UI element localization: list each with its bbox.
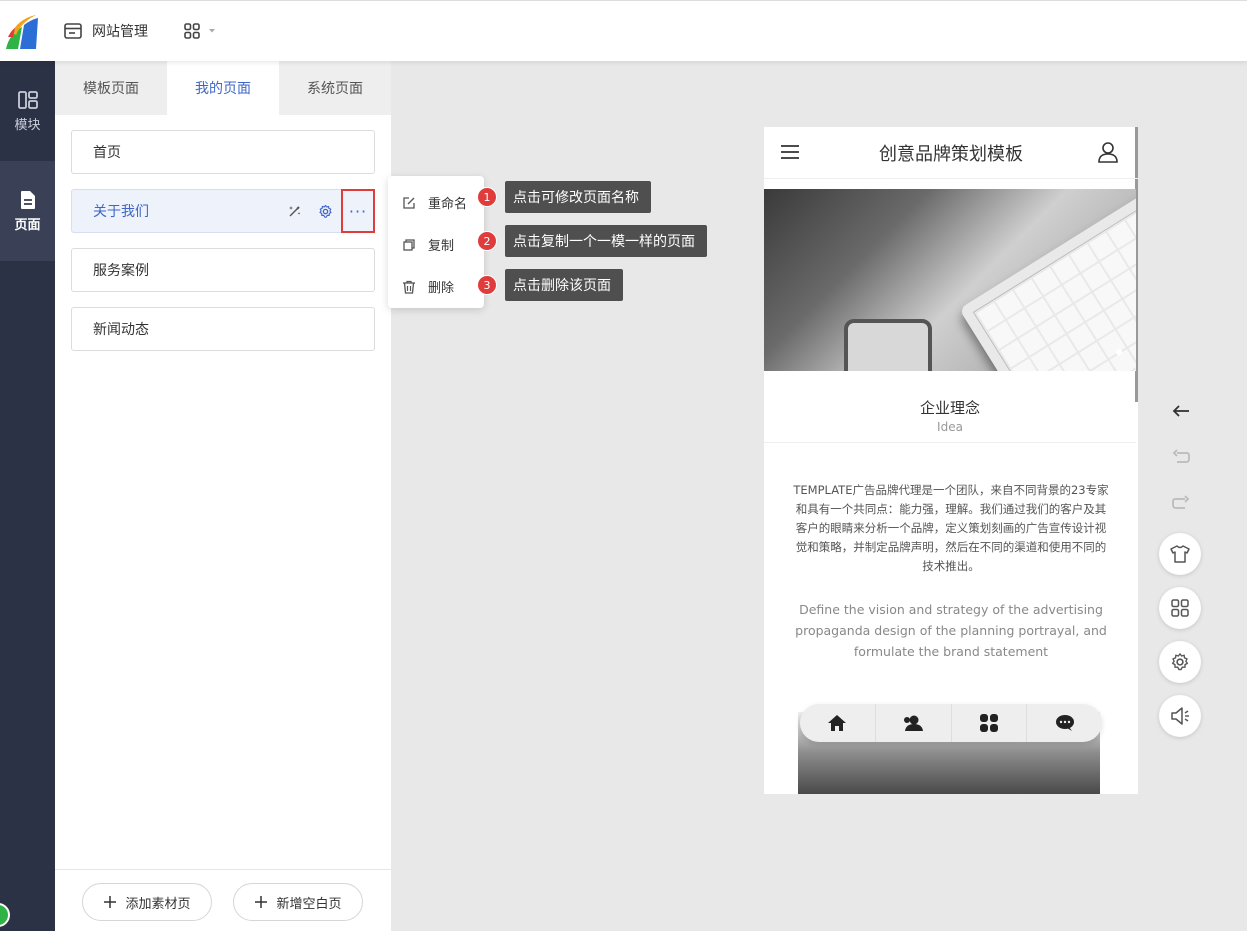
intro-text-en: Define the vision and strategy of the ad… xyxy=(795,602,1107,659)
more-options-button[interactable]: ··· xyxy=(341,189,375,233)
tip-number: 2 xyxy=(477,231,497,251)
rail-item-page[interactable]: 页面 xyxy=(0,161,55,261)
tip-rename: 1 点击可修改页面名称 xyxy=(477,181,651,213)
status-badge[interactable] xyxy=(0,903,10,927)
trash-icon xyxy=(403,280,415,294)
collapse-button[interactable] xyxy=(1170,400,1192,422)
idea-title: 企业理念 xyxy=(919,399,980,417)
phone-header: 创意品牌策划模板 xyxy=(764,127,1138,179)
phone-title: 创意品牌策划模板 xyxy=(879,143,1023,165)
page-item-label: 首页 xyxy=(93,145,121,161)
phone-image xyxy=(844,319,932,371)
page-panel: 模板页面 我的页面 系统页面 首页 关于我们 ··· 服务案例 新闻动态 添加素… xyxy=(55,61,391,931)
page-tabs: 模板页面 我的页面 系统页面 xyxy=(55,61,391,115)
phone-bottom-nav xyxy=(800,704,1102,742)
banner-image xyxy=(764,189,1136,371)
arrow-left-icon xyxy=(1172,405,1189,417)
tip-text: 点击复制一个一模一样的页面 xyxy=(505,225,707,257)
plus-icon xyxy=(255,896,268,908)
shirt-icon xyxy=(1170,545,1190,563)
panel-footer: 添加素材页 新增空白页 xyxy=(55,869,391,931)
gear-icon xyxy=(318,204,332,218)
idea-subtitle: Idea xyxy=(937,420,963,434)
page-item-about[interactable]: 关于我们 ··· xyxy=(71,189,375,233)
chat-icon xyxy=(1055,715,1074,731)
page-item-label: 关于我们 xyxy=(93,204,149,220)
keyboard-image xyxy=(959,189,1136,371)
menu-item-delete[interactable]: 删除 xyxy=(402,277,454,296)
page-item-home[interactable]: 首页 xyxy=(71,130,375,174)
carousel-dot[interactable] xyxy=(1116,349,1122,355)
tip-delete: 3 点击删除该页面 xyxy=(477,269,623,301)
copy-icon xyxy=(403,238,415,251)
announcement-button[interactable] xyxy=(1159,695,1201,737)
undo-icon xyxy=(1172,449,1190,463)
add-material-page-button[interactable]: 添加素材页 xyxy=(82,883,212,921)
rail-item-module[interactable]: 模块 xyxy=(0,61,55,161)
home-icon xyxy=(828,715,847,731)
rail-item-page-label: 页面 xyxy=(14,217,41,233)
edit-icon xyxy=(403,196,415,209)
page-icon xyxy=(20,190,35,209)
menu-item-copy-label: 复制 xyxy=(428,239,455,254)
browser-icon xyxy=(64,23,82,39)
menu-item-delete-label: 删除 xyxy=(428,281,455,296)
users-icon xyxy=(904,715,924,731)
tab-system-pages[interactable]: 系统页面 xyxy=(279,61,391,115)
redo-button[interactable] xyxy=(1170,492,1192,514)
menu-item-rename-label: 重命名 xyxy=(428,197,468,212)
logo-icon xyxy=(6,15,38,49)
tip-number: 1 xyxy=(477,187,497,207)
grid-icon xyxy=(1171,599,1189,617)
page-item-label: 新闻动态 xyxy=(93,322,149,338)
left-rail: 模块 页面 xyxy=(0,61,55,931)
tip-text: 点击可修改页面名称 xyxy=(505,181,651,213)
nav-home[interactable] xyxy=(800,704,876,742)
top-bar: 网站管理 xyxy=(0,0,1247,61)
magic-wand-button[interactable] xyxy=(280,190,310,232)
nav-grid[interactable] xyxy=(952,704,1028,742)
apps-menu-button[interactable] xyxy=(184,23,216,39)
tab-my-pages[interactable]: 我的页面 xyxy=(167,61,279,115)
magic-wand-icon xyxy=(289,206,301,217)
add-blank-page-label: 新增空白页 xyxy=(276,896,342,912)
rail-item-module-label: 模块 xyxy=(14,117,41,133)
idea-section-header: 企业理念 Idea xyxy=(764,383,1136,443)
intro-text-cn: TEMPLATE广告品牌代理是一个团队，来自不同背景的23专家和具有一个共同点：… xyxy=(793,483,1109,573)
page-item-label: 服务案例 xyxy=(93,263,149,279)
tip-number: 3 xyxy=(477,275,497,295)
undo-button[interactable] xyxy=(1170,446,1192,468)
site-manage-label: 网站管理 xyxy=(92,24,148,40)
tip-text: 点击删除该页面 xyxy=(505,269,623,301)
menu-item-rename[interactable]: 重命名 xyxy=(402,193,467,212)
add-material-page-label: 添加素材页 xyxy=(125,896,191,912)
hamburger-menu-icon[interactable] xyxy=(781,144,799,160)
more-slot: ··· xyxy=(340,189,375,233)
add-blank-page-button[interactable]: 新增空白页 xyxy=(233,883,363,921)
page-item-tools: ··· xyxy=(280,189,375,233)
menu-item-copy[interactable]: 复制 xyxy=(402,235,454,254)
theme-button[interactable] xyxy=(1159,533,1201,575)
tab-template-pages[interactable]: 模板页面 xyxy=(55,61,167,115)
page-settings-button[interactable] xyxy=(310,190,340,232)
module-icon xyxy=(17,90,38,109)
tip-copy: 2 点击复制一个一模一样的页面 xyxy=(477,225,707,257)
phone-preview: 创意品牌策划模板 企业理念 Idea TEMPLATE广告品牌代理是一个团队，来… xyxy=(764,127,1138,794)
page-item-news[interactable]: 新闻动态 xyxy=(71,307,375,351)
nav-chat[interactable] xyxy=(1027,704,1102,742)
settings-button[interactable] xyxy=(1159,641,1201,683)
page-item-cases[interactable]: 服务案例 xyxy=(71,248,375,292)
grid-icon xyxy=(979,714,998,732)
speaker-icon xyxy=(1171,707,1189,725)
plus-icon xyxy=(104,896,117,908)
user-icon[interactable] xyxy=(1098,141,1118,163)
redo-icon xyxy=(1172,495,1190,509)
modules-button[interactable] xyxy=(1159,587,1201,629)
nav-users[interactable] xyxy=(876,704,952,742)
grid-icon xyxy=(184,23,200,39)
caret-down-icon xyxy=(209,29,215,33)
site-manage-button[interactable]: 网站管理 xyxy=(64,21,148,41)
gear-icon xyxy=(1171,653,1189,671)
page-context-menu: 重命名 复制 删除 xyxy=(388,176,484,308)
